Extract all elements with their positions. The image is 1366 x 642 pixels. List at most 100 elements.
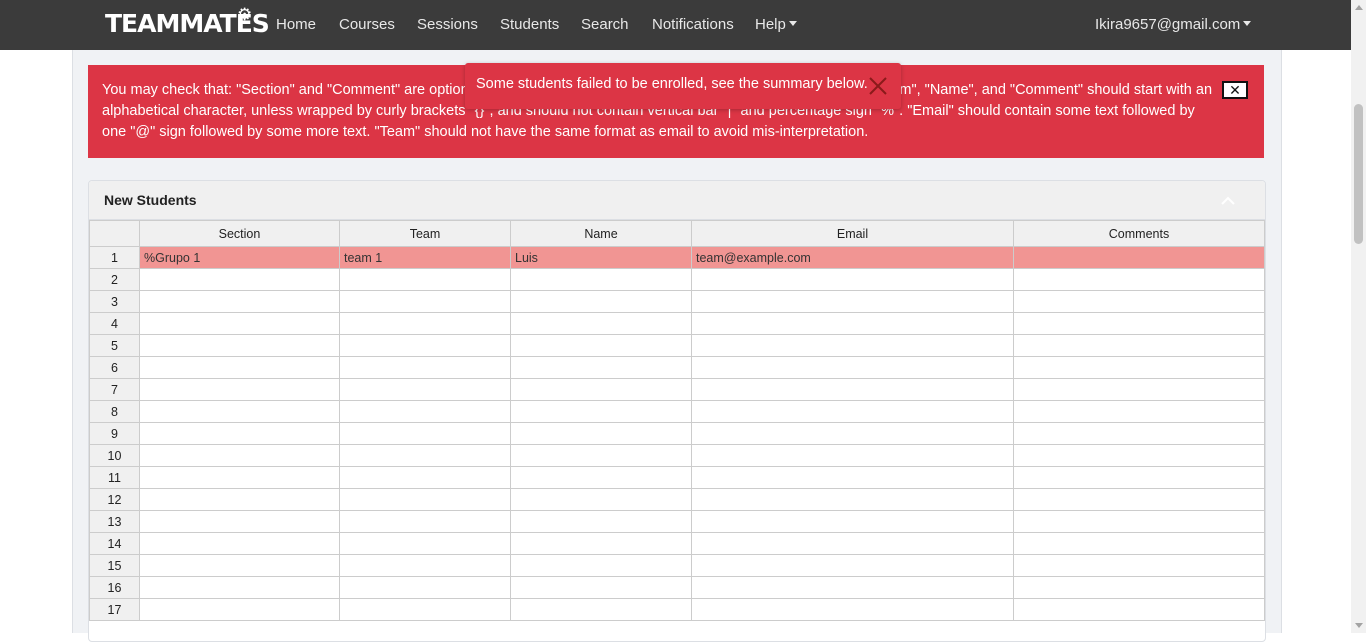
row-number[interactable]: 4 [89, 312, 140, 335]
column-header-team[interactable]: Team [339, 220, 511, 247]
row-number[interactable]: 11 [89, 466, 140, 489]
cell-comments[interactable] [1013, 532, 1265, 555]
cell-email[interactable] [691, 576, 1014, 599]
cell-email[interactable] [691, 532, 1014, 555]
cell-team[interactable] [339, 334, 511, 357]
cell-section[interactable] [139, 554, 340, 577]
cell-email[interactable] [691, 268, 1014, 291]
nav-home[interactable]: Home [276, 16, 316, 33]
row-number[interactable]: 13 [89, 510, 140, 533]
cell-team[interactable] [339, 532, 511, 555]
cell-section[interactable] [139, 510, 340, 533]
cell-name[interactable] [510, 466, 692, 489]
cell-team[interactable] [339, 598, 511, 621]
row-number[interactable]: 1 [89, 246, 140, 269]
cell-team[interactable] [339, 444, 511, 467]
cell-team[interactable] [339, 576, 511, 599]
row-number[interactable]: 14 [89, 532, 140, 555]
row-number[interactable]: 15 [89, 554, 140, 577]
row-number[interactable]: 16 [89, 576, 140, 599]
row-number[interactable]: 17 [89, 598, 140, 621]
cell-comments[interactable] [1013, 598, 1265, 621]
card-header[interactable]: New Students [89, 181, 1265, 220]
cell-email[interactable] [691, 598, 1014, 621]
cell-name[interactable] [510, 488, 692, 511]
cell-section[interactable] [139, 422, 340, 445]
nav-students[interactable]: Students [500, 16, 559, 33]
cell-email[interactable] [691, 554, 1014, 577]
cell-comments[interactable] [1013, 400, 1265, 423]
cell-section[interactable] [139, 334, 340, 357]
cell-email[interactable] [691, 378, 1014, 401]
alert-close-button[interactable]: ✕ [1222, 81, 1248, 99]
cell-team[interactable] [339, 312, 511, 335]
cell-name[interactable] [510, 400, 692, 423]
row-number[interactable]: 9 [89, 422, 140, 445]
cell-name[interactable] [510, 268, 692, 291]
cell-section[interactable] [139, 488, 340, 511]
cell-comments[interactable] [1013, 246, 1265, 269]
cell-name[interactable] [510, 334, 692, 357]
row-number[interactable]: 6 [89, 356, 140, 379]
cell-team[interactable]: team 1 [339, 246, 511, 269]
row-number[interactable]: 2 [89, 268, 140, 291]
column-header-section[interactable]: Section [139, 220, 340, 247]
cell-name[interactable]: Luis [510, 246, 692, 269]
nav-search[interactable]: Search [581, 16, 629, 33]
cell-section[interactable] [139, 378, 340, 401]
row-number[interactable]: 5 [89, 334, 140, 357]
cell-email[interactable] [691, 290, 1014, 313]
scroll-down-arrow-icon[interactable] [1355, 623, 1363, 628]
user-menu-dropdown[interactable]: Ikira9657@gmail.com [1095, 16, 1252, 33]
cell-section[interactable] [139, 290, 340, 313]
cell-team[interactable] [339, 378, 511, 401]
nav-courses[interactable]: Courses [339, 16, 395, 33]
cell-email[interactable] [691, 510, 1014, 533]
cell-comments[interactable] [1013, 510, 1265, 533]
cell-comments[interactable] [1013, 378, 1265, 401]
column-header-comments[interactable]: Comments [1013, 220, 1265, 247]
cell-name[interactable] [510, 510, 692, 533]
column-header-email[interactable]: Email [691, 220, 1014, 247]
cell-comments[interactable] [1013, 576, 1265, 599]
scrollbar-thumb[interactable] [1354, 104, 1363, 244]
cell-section[interactable] [139, 532, 340, 555]
cell-name[interactable] [510, 422, 692, 445]
cell-comments[interactable] [1013, 554, 1265, 577]
nav-notifications[interactable]: Notifications [652, 16, 734, 33]
cell-name[interactable] [510, 576, 692, 599]
cell-team[interactable] [339, 356, 511, 379]
cell-name[interactable] [510, 312, 692, 335]
cell-section[interactable] [139, 576, 340, 599]
cell-team[interactable] [339, 268, 511, 291]
cell-comments[interactable] [1013, 466, 1265, 489]
cell-section[interactable] [139, 268, 340, 291]
cell-section[interactable] [139, 356, 340, 379]
cell-name[interactable] [510, 532, 692, 555]
cell-email[interactable] [691, 400, 1014, 423]
cell-name[interactable] [510, 378, 692, 401]
cell-team[interactable] [339, 466, 511, 489]
cell-name[interactable] [510, 290, 692, 313]
cell-comments[interactable] [1013, 444, 1265, 467]
cell-section[interactable] [139, 312, 340, 335]
row-number[interactable]: 7 [89, 378, 140, 401]
cell-team[interactable] [339, 400, 511, 423]
cell-name[interactable] [510, 356, 692, 379]
cell-section[interactable] [139, 400, 340, 423]
cell-section[interactable] [139, 598, 340, 621]
scroll-up-arrow-icon[interactable] [1355, 5, 1363, 10]
cell-email[interactable] [691, 444, 1014, 467]
cell-team[interactable] [339, 290, 511, 313]
cell-team[interactable] [339, 422, 511, 445]
cell-team[interactable] [339, 488, 511, 511]
nav-sessions[interactable]: Sessions [417, 16, 478, 33]
column-header-name[interactable]: Name [510, 220, 692, 247]
cell-section[interactable] [139, 444, 340, 467]
cell-comments[interactable] [1013, 268, 1265, 291]
cell-name[interactable] [510, 554, 692, 577]
cell-email[interactable] [691, 466, 1014, 489]
row-number[interactable]: 3 [89, 290, 140, 313]
cell-name[interactable] [510, 598, 692, 621]
cell-comments[interactable] [1013, 290, 1265, 313]
